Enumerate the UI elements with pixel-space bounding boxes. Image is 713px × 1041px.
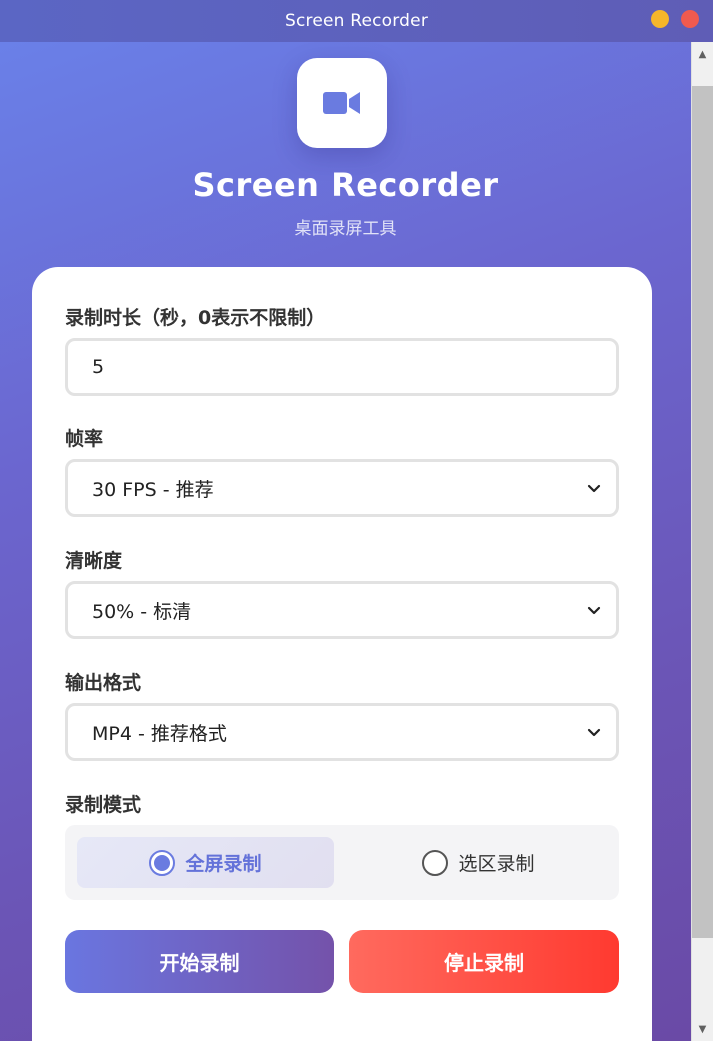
format-label: 输出格式	[65, 672, 142, 694]
chevron-down-icon	[587, 484, 601, 493]
record-mode-group: 全屏录制 选区录制	[65, 825, 619, 900]
vertical-scrollbar[interactable]: ▲ ▼	[691, 42, 713, 1041]
fps-select[interactable]: 30 FPS - 推荐	[65, 459, 619, 517]
minimize-button[interactable]	[651, 10, 669, 28]
chevron-down-icon	[587, 728, 601, 737]
mode-option-fullscreen[interactable]: 全屏录制	[77, 837, 334, 888]
quality-label: 清晰度	[65, 550, 123, 572]
main-content: Screen Recorder 桌面录屏工具 录制时长（秒，0表示不限制） 5 …	[0, 42, 691, 1041]
radio-checked-icon	[149, 849, 176, 876]
mode-label: 录制模式	[65, 794, 142, 816]
settings-card: 录制时长（秒，0表示不限制） 5 帧率 30 FPS - 推荐 清晰度 50% …	[32, 267, 652, 1041]
quality-selected-value: 50% - 标清	[92, 600, 192, 623]
app-logo	[297, 58, 387, 148]
fps-label: 帧率	[65, 428, 104, 450]
fps-selected-value: 30 FPS - 推荐	[92, 478, 214, 501]
app-subtitle: 桌面录屏工具	[294, 219, 397, 239]
start-recording-button[interactable]: 开始录制	[65, 930, 334, 993]
duration-value: 5	[92, 356, 105, 378]
video-camera-icon	[323, 92, 360, 114]
app-title: Screen Recorder	[192, 166, 499, 204]
radio-unchecked-icon	[422, 849, 449, 876]
mode-option-region[interactable]: 选区录制	[350, 837, 607, 888]
duration-label: 录制时长（秒，0表示不限制）	[65, 307, 326, 329]
format-select[interactable]: MP4 - 推荐格式	[65, 703, 619, 761]
mode-option-label: 全屏录制	[185, 853, 262, 875]
scroll-down-arrow-icon[interactable]: ▼	[692, 1019, 713, 1039]
format-selected-value: MP4 - 推荐格式	[92, 722, 227, 745]
mode-option-label: 选区录制	[458, 853, 535, 875]
duration-input[interactable]: 5	[65, 338, 619, 396]
scrollbar-thumb[interactable]	[692, 86, 713, 938]
title-bar: Screen Recorder	[0, 0, 713, 42]
quality-select[interactable]: 50% - 标清	[65, 581, 619, 639]
window-title: Screen Recorder	[284, 11, 429, 31]
scroll-up-arrow-icon[interactable]: ▲	[692, 44, 713, 64]
chevron-down-icon	[587, 606, 601, 615]
stop-recording-button[interactable]: 停止录制	[349, 930, 619, 993]
close-button[interactable]	[681, 10, 699, 28]
